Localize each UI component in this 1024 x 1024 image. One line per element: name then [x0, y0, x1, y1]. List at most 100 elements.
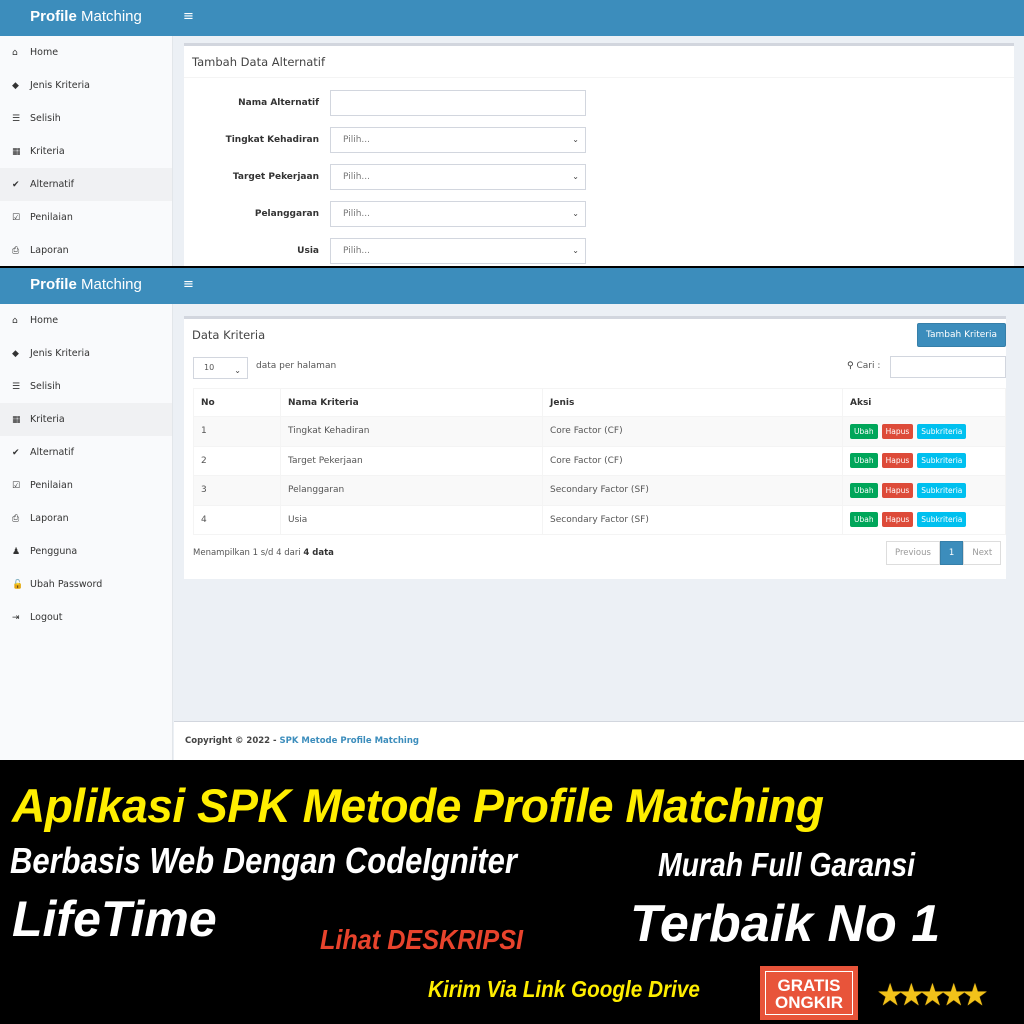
cell-nama: Pelanggaran — [280, 475, 543, 506]
sidebar-item-penilaian[interactable]: ☑ Penilaian — [0, 469, 172, 502]
home-icon: ⌂ — [12, 316, 18, 326]
col-aksi: Aksi — [842, 388, 1006, 417]
cell-nama: Usia — [280, 504, 543, 535]
hapus-button[interactable]: Hapus — [881, 512, 914, 528]
sign-out-icon: ⇥ — [12, 613, 20, 623]
pagination-next[interactable]: Next — [963, 541, 1002, 565]
col-no[interactable]: No — [193, 388, 281, 417]
field-label: Pelanggaran — [254, 209, 319, 219]
ubah-button[interactable]: Ubah — [850, 453, 878, 469]
promo-subtitle-price: Murah Full Garansi — [658, 846, 916, 883]
subkriteria-button[interactable]: Subkriteria — [917, 423, 967, 439]
sidebar-item-label: Alternatif — [30, 447, 74, 458]
usia-select[interactable]: Pilih... ⌄ — [330, 238, 586, 264]
grid-icon: ▦ — [12, 415, 21, 425]
form-row: Pelanggaran Pilih... ⌄ — [184, 201, 604, 227]
ubah-button[interactable]: Ubah — [850, 512, 878, 528]
promo-lifetime: LifeTime — [12, 891, 217, 947]
subkriteria-button[interactable]: Subkriteria — [917, 482, 967, 498]
pelanggaran-select[interactable]: Pilih... ⌄ — [330, 201, 586, 227]
sidebar-item-alternatif[interactable]: ✔ Alternatif — [0, 436, 172, 469]
brand-logo[interactable]: Profile Matching — [0, 268, 172, 304]
search-icon: ⚲ — [847, 361, 854, 371]
print-icon: ⎙ — [12, 514, 20, 524]
col-nama-kriteria[interactable]: Nama Kriteria — [280, 388, 543, 417]
sidebar-item-kriteria[interactable]: ▦ Kriteria — [0, 403, 172, 436]
pagination-page-1[interactable]: 1 — [939, 541, 964, 565]
tags-icon: ◆ — [12, 81, 19, 91]
copyright-text: Copyright © 2022 - SPK Metode Profile Ma… — [185, 736, 419, 746]
pagination-previous[interactable]: Previous — [886, 541, 940, 565]
hapus-button[interactable]: Hapus — [881, 453, 914, 469]
content-area: Data Kriteria Tambah Kriteria 10 ⌄ data … — [174, 304, 1024, 760]
cell-aksi: Ubah Hapus Subkriteria — [842, 504, 1006, 535]
sidebar-item-laporan[interactable]: ⎙ Laporan — [0, 234, 172, 266]
sidebar-item-label: Jenis Kriteria — [30, 80, 90, 91]
page-size-select[interactable]: 10 ⌄ — [193, 357, 248, 379]
sidebar-item-kriteria[interactable]: ▦ Kriteria — [0, 135, 172, 168]
home-icon: ⌂ — [12, 48, 18, 58]
sidebar-item-jenis-kriteria[interactable]: ◆ Jenis Kriteria — [0, 337, 172, 370]
tambah-kriteria-button[interactable]: Tambah Kriteria — [917, 323, 1006, 347]
subkriteria-button[interactable]: Subkriteria — [917, 512, 967, 528]
sidebar-item-logout[interactable]: ⇥ Logout — [0, 601, 172, 634]
promo-subtitle-framework: Berbasis Web Dengan CodeIgniter — [10, 840, 517, 881]
brand-logo[interactable]: Profile Matching — [0, 0, 172, 36]
target-pekerjaan-select[interactable]: Pilih... ⌄ — [330, 164, 586, 190]
sidebar-item-label: Selisih — [30, 381, 61, 392]
sidebar-item-label: Laporan — [30, 245, 69, 256]
check-square-icon: ☑ — [12, 213, 21, 223]
hapus-button[interactable]: Hapus — [881, 482, 914, 498]
chevron-down-icon: ⌄ — [572, 172, 579, 181]
sidebar-item-label: Selisih — [30, 113, 61, 124]
sidebar-item-label: Alternatif — [30, 179, 74, 190]
sidebar: ⌂ Home ◆ Jenis Kriteria ☰ Selisih ▦ Kriteria ✔ Al… — [0, 304, 173, 760]
nama-alternatif-input[interactable] — [330, 90, 586, 116]
footer: Copyright © 2022 - SPK Metode Profile Ma… — [174, 721, 1024, 760]
screen-tambah-alternatif: Profile Matching ≡ ⌂ Home ◆ Jenis Kriteria ☰… — [0, 0, 1024, 266]
sidebar-item-selisih[interactable]: ☰ Selisih — [0, 102, 172, 135]
sidebar-item-label: Laporan — [30, 513, 69, 524]
grid-icon: ▦ — [12, 147, 21, 157]
tingkat-kehadiran-select[interactable]: Pilih... ⌄ — [330, 127, 586, 153]
sidebar-item-alternatif[interactable]: ✔ Alternatif — [0, 168, 172, 201]
hapus-button[interactable]: Hapus — [881, 423, 914, 439]
cell-no: 3 — [193, 475, 281, 506]
page-size-label: data per halaman — [256, 361, 337, 371]
print-icon: ⎙ — [12, 246, 20, 256]
sidebar-item-label: Jenis Kriteria — [30, 348, 90, 359]
field-label: Target Pekerjaan — [232, 172, 319, 182]
sidebar-item-jenis-kriteria[interactable]: ◆ Jenis Kriteria — [0, 69, 172, 102]
table-info: Menampilkan 1 s/d 4 dari 4 data — [193, 548, 334, 558]
ubah-button[interactable]: Ubah — [850, 482, 878, 498]
sidebar-item-label: Penilaian — [30, 480, 73, 491]
sidebar-item-penilaian[interactable]: ☑ Penilaian — [0, 201, 172, 234]
kriteria-title: Data Kriteria — [192, 328, 266, 342]
col-jenis[interactable]: Jenis — [542, 388, 843, 417]
ubah-button[interactable]: Ubah — [850, 423, 878, 439]
chevron-down-icon: ⌄ — [572, 246, 579, 255]
form-row: Usia Pilih... ⌄ — [184, 238, 604, 264]
search-input[interactable] — [890, 356, 1006, 378]
kriteria-box: Data Kriteria Tambah Kriteria 10 ⌄ data … — [184, 316, 1006, 579]
sidebar-item-selisih[interactable]: ☰ Selisih — [0, 370, 172, 403]
cell-jenis: Secondary Factor (SF) — [542, 475, 843, 506]
field-label: Tingkat Kehadiran — [225, 135, 319, 145]
sidebar-item-home[interactable]: ⌂ Home — [0, 36, 172, 69]
sidebar-item-home[interactable]: ⌂ Home — [0, 304, 172, 337]
content-area: Tambah Data Alternatif Nama Alternatif Ti… — [174, 36, 1024, 266]
footer-link[interactable]: SPK Metode Profile Matching — [280, 736, 419, 746]
menu-toggle-icon[interactable]: ≡ — [183, 268, 194, 304]
subkriteria-button[interactable]: Subkriteria — [917, 453, 967, 469]
unlock-icon: 🔓 — [12, 580, 24, 590]
sidebar-item-laporan[interactable]: ⎙ Laporan — [0, 502, 172, 535]
form-title: Tambah Data Alternatif — [184, 46, 1014, 78]
cell-no: 2 — [193, 445, 281, 476]
menu-toggle-icon[interactable]: ≡ — [183, 0, 194, 36]
cell-nama: Tingkat Kehadiran — [280, 416, 543, 447]
form-row: Tingkat Kehadiran Pilih... ⌄ — [184, 127, 604, 153]
screen-data-kriteria: Profile Matching ≡ ⌂ Home ◆ Jenis Kriteria ☰… — [0, 268, 1024, 760]
sidebar-item-pengguna[interactable]: ♟ Pengguna — [0, 535, 172, 568]
table-row: 1 Tingkat Kehadiran Core Factor (CF) Ubah Ha… — [193, 416, 1006, 447]
sidebar-item-ubah-password[interactable]: 🔓 Ubah Password — [0, 568, 172, 601]
